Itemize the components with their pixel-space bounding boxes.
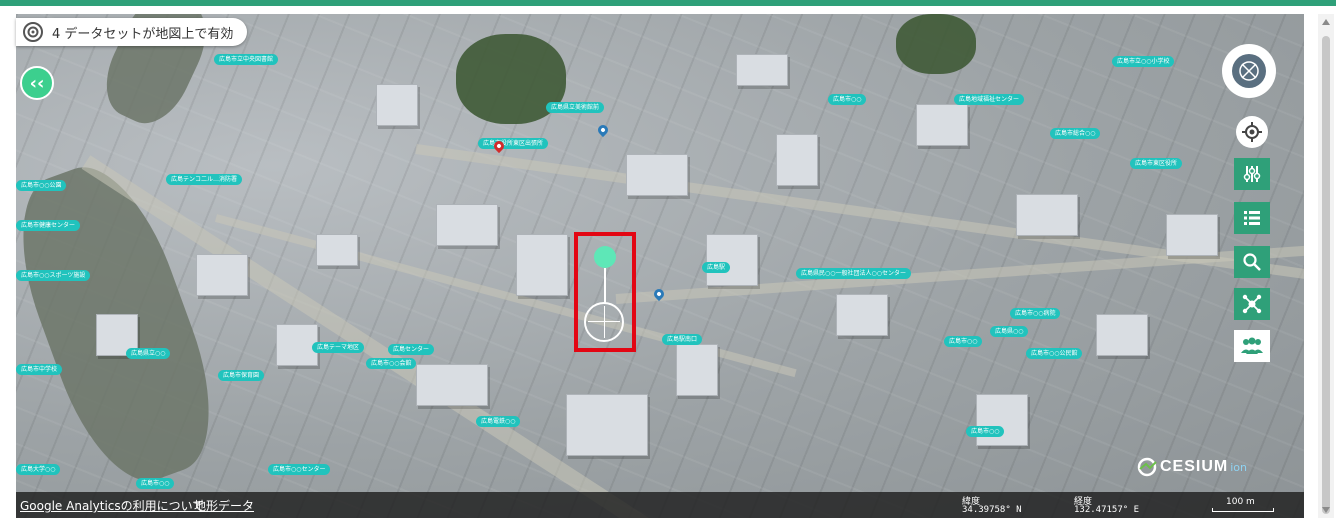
analytics-link[interactable]: Google Analyticsの利用について [20,497,204,514]
filter-button[interactable] [1234,158,1270,190]
poi-label[interactable]: 広島市総合○○ [1050,128,1101,139]
building [516,234,568,296]
poi-label[interactable]: 広島市健康センター [16,220,81,231]
building [376,84,418,126]
poi-label[interactable]: 広島県立○○ [126,348,171,359]
poi-label[interactable]: 広島大学○○ [16,464,61,475]
poi-label[interactable]: 広島市○○会館 [366,358,417,369]
cesium-logo[interactable]: CESIUM ion [1136,454,1247,480]
active-datasets-text: 4 データセットが地図上で有効 [52,26,234,42]
poi-label[interactable]: 広島センター [388,344,435,355]
building [916,104,968,146]
dataset-radio-icon [23,22,43,42]
map-pin-icon[interactable] [595,122,611,138]
building [566,394,648,456]
locate-button[interactable] [1236,116,1268,148]
building [976,394,1028,446]
building [1016,194,1078,236]
poi-label[interactable]: 広島テンコ二ル…消防署 [166,174,243,185]
building [416,364,488,406]
poi-label[interactable]: 広島県立美術館前 [546,102,605,113]
building [1166,214,1218,256]
poi-label[interactable]: 広島市○○ [136,478,175,489]
camera-target-stem [604,268,606,304]
list-icon [1244,211,1260,225]
building [196,254,248,296]
cesium-ion-text: ion [1230,460,1247,474]
cesium-text: CESIUM [1160,458,1229,475]
building [776,134,818,186]
poi-label[interactable]: 広島市東区役所 [1130,158,1183,169]
double-chevron-left-icon: ‹‹ [29,72,45,94]
camera-target-marker[interactable] [594,246,616,268]
filter-sliders-icon [1243,166,1261,182]
scroll-up-arrow-icon[interactable] [1322,19,1330,25]
poi-label[interactable]: 広島駅南口 [662,334,703,345]
people-icon [1241,337,1263,354]
poi-label[interactable]: 広島市役所東区出張所 [478,138,549,149]
poi-label[interactable]: 広島市○○公民館 [1026,348,1083,359]
building [626,154,688,196]
crosshair-vertical [604,306,605,338]
poi-label[interactable]: 広島県民○○一般社団法人○○センター [796,268,911,279]
community-button[interactable] [1234,330,1270,362]
poi-label[interactable]: 広島電鉄○○ [476,416,521,427]
top-accent-bar [0,0,1336,6]
poi-label[interactable]: 広島市○○公園 [16,180,67,191]
poi-label[interactable]: 広島市立○○小学校 [1112,56,1175,67]
building [836,294,888,336]
park [896,14,976,74]
scale-label: 100 m [1226,497,1255,507]
poi-label[interactable]: 広島市○○ [944,336,983,347]
building [676,344,718,396]
poi-label[interactable]: 広島市○○ [828,94,867,105]
share-button[interactable] [1234,288,1270,320]
search-icon [1243,253,1261,271]
poi-label[interactable]: 広島県○○ [990,326,1029,337]
scale-bar [1212,508,1274,512]
collapse-panel-button[interactable]: ‹‹ [20,66,54,100]
building [736,54,788,86]
latitude-value: 34.39758° N [962,505,1022,515]
building [316,234,358,266]
dataset-list-button[interactable] [1234,202,1270,234]
compass-button[interactable] [1222,44,1276,98]
share-network-icon [1242,294,1262,314]
compass-icon [1232,54,1266,88]
longitude-value: 132.47157° E [1074,505,1140,515]
terrain-data-link[interactable]: 地形データ [194,497,254,514]
poi-label[interactable]: 広島市○○スポーツ施設 [16,270,91,281]
poi-label[interactable]: 広島地域福祉センター [954,94,1025,105]
building [706,234,758,286]
poi-label[interactable]: 広島市立中央図書館 [214,54,279,65]
poi-label[interactable]: 広島市○○センター [268,464,331,475]
scroll-down-arrow-icon[interactable] [1322,507,1330,513]
building [1096,314,1148,356]
building [436,204,498,246]
map-canvas[interactable]: 広島市立中央図書館 広島県立美術館前 広島市立○○小学校 広島市役所東区出張所 … [16,14,1304,518]
poi-label[interactable]: 広島市保育園 [218,370,265,381]
poi-label[interactable]: 広島市○○ [966,426,1005,437]
search-button[interactable] [1234,246,1270,278]
locate-icon [1242,122,1262,142]
cesium-logo-icon [1137,457,1157,477]
page-scrollbar[interactable] [1318,14,1334,518]
active-datasets-badge[interactable]: 4 データセットが地図上で有効 [16,18,248,46]
scroll-thumb[interactable] [1322,36,1330,514]
poi-label[interactable]: 広島テーマ地区 [312,342,365,353]
poi-label[interactable]: 広島駅 [702,262,731,273]
poi-label[interactable]: 広島市○○病院 [1010,308,1061,319]
map-status-bar: Google Analyticsの利用について 地形データ 緯度 34.3975… [16,492,1304,518]
poi-label[interactable]: 広島市中学校 [16,364,63,375]
